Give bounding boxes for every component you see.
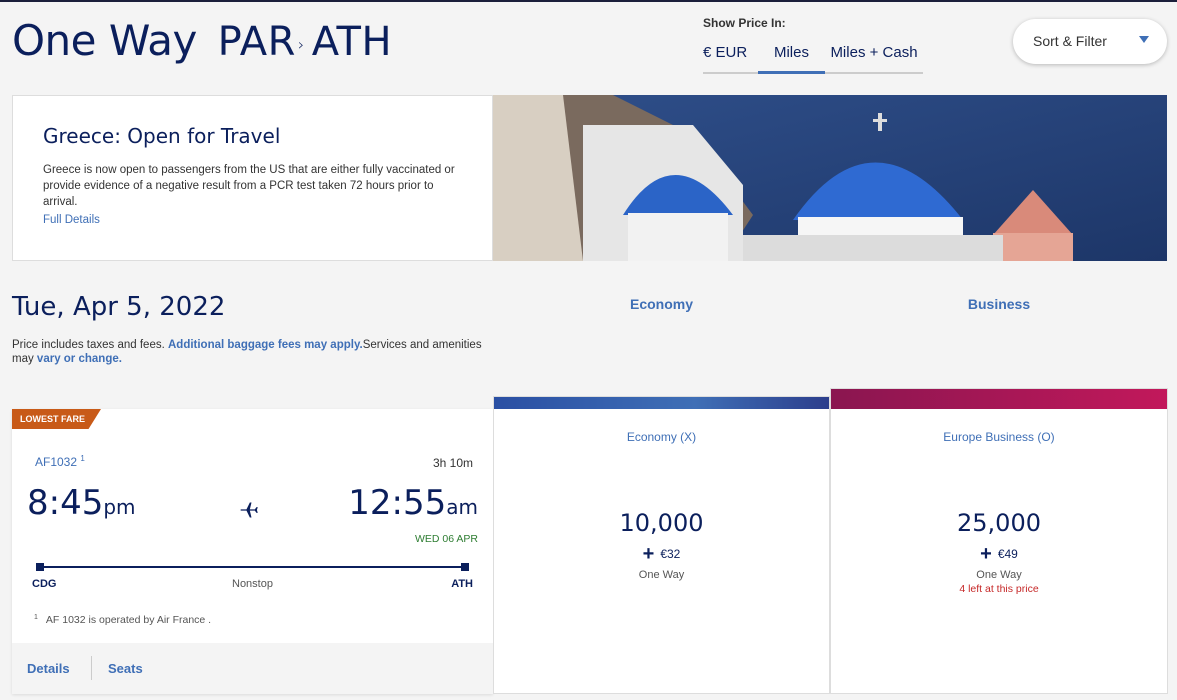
fare-miles: 10,000	[619, 509, 704, 537]
fare-card-business[interactable]: Europe Business (O) 25,000 + €49 One Way …	[830, 388, 1168, 694]
chevron-down-icon	[1139, 36, 1149, 43]
fare-cash: + €32	[494, 543, 829, 566]
stops-label: Nonstop	[232, 578, 273, 590]
price-currency-toggle: Show Price In: € EUR Miles Miles + Cash	[703, 16, 923, 74]
footer-divider	[91, 656, 92, 680]
promo-title: Greece: Open for Travel	[43, 124, 281, 148]
fare-trip-type: One Way	[976, 569, 1022, 581]
sort-filter-button[interactable]: Sort & Filter	[1013, 19, 1167, 64]
seats-left-notice: 4 left at this price	[959, 583, 1039, 595]
route-arrow-icon: ›	[297, 34, 304, 54]
details-link[interactable]: Details	[27, 661, 70, 676]
business-color-bar	[831, 389, 1167, 409]
flight-duration: 3h 10m	[432, 456, 473, 470]
santorini-image	[493, 95, 1167, 261]
airplane-icon	[240, 502, 258, 518]
price-option-miles[interactable]: Miles	[758, 38, 825, 74]
seats-link[interactable]: Seats	[108, 661, 143, 676]
origin-code: PAR	[217, 19, 296, 65]
flight-number[interactable]: AF1032 1	[35, 454, 85, 469]
route-line	[36, 563, 469, 571]
services-change-link[interactable]: vary or change.	[37, 353, 122, 365]
arrival-ampm: am	[446, 495, 478, 519]
price-disclaimer: Price includes taxes and fees. Additiona…	[12, 338, 492, 366]
column-header-business[interactable]: Business	[830, 296, 1168, 312]
plus-icon: +	[980, 543, 992, 565]
baggage-fees-link[interactable]: Additional baggage fees may apply.	[168, 339, 363, 351]
price-option-eur[interactable]: € EUR	[703, 38, 758, 72]
operator-footnote-text: AF 1032 is operated by Air France .	[45, 614, 212, 626]
price-option-miles-cash[interactable]: Miles + Cash	[825, 38, 923, 72]
promo-image	[493, 95, 1167, 261]
disclaimer-text: Price includes taxes and fees.	[12, 339, 168, 351]
fare-card-economy[interactable]: Economy (X) 10,000 + €32 One Way	[493, 396, 830, 694]
departure-time: 8:45pm	[27, 483, 136, 523]
fare-name: Economy (X)	[626, 430, 697, 444]
operator-footnote-mark: 1	[34, 614, 38, 621]
arrival-time: 12:55am	[348, 483, 478, 523]
flight-card: LOWEST FARE AF1032 1 3h 10m 8:45pm 12:55…	[12, 409, 493, 694]
operator-footnote: 1 AF 1032 is operated by Air France .	[34, 614, 211, 626]
lowest-fare-badge: LOWEST FARE	[12, 409, 101, 429]
destination-marker	[461, 563, 469, 571]
departure-time-value: 8:45	[27, 483, 104, 523]
destination-airport: ATH	[451, 578, 473, 590]
flight-card-footer: Details Seats	[12, 643, 493, 694]
promo-body: Greece is now open to passengers from th…	[43, 164, 455, 208]
origin-marker	[36, 563, 44, 571]
trip-type: One Way	[12, 16, 197, 65]
fare-cash-amount: €32	[660, 547, 681, 561]
route: PAR › ATH	[218, 19, 392, 65]
economy-color-bar	[494, 397, 829, 409]
flight-footnote-mark: 1	[80, 454, 85, 463]
page-title: One Way PAR › ATH	[12, 16, 392, 65]
price-toggle-options: € EUR Miles Miles + Cash	[703, 38, 923, 74]
departure-ampm: pm	[103, 495, 136, 519]
arrival-time-value: 12:55	[348, 483, 447, 523]
results-date: Tue, Apr 5, 2022	[12, 292, 226, 322]
price-toggle-label: Show Price In:	[703, 16, 786, 30]
fare-trip-type: One Way	[638, 569, 685, 581]
fare-name: Europe Business (O)	[943, 430, 1055, 444]
fare-cash-amount: €49	[997, 547, 1018, 561]
promo-full-details-link[interactable]: Full Details	[43, 214, 100, 226]
fare-cash: + €49	[831, 543, 1167, 566]
arrival-date: WED 06 APR	[414, 533, 478, 545]
promo-card: Greece: Open for Travel Greece is now op…	[12, 95, 493, 261]
plus-icon: +	[642, 543, 655, 565]
destination-code: ATH	[311, 19, 393, 65]
flight-number-text: AF1032	[35, 455, 78, 469]
fare-miles: 25,000	[957, 509, 1041, 537]
column-header-economy[interactable]: Economy	[493, 296, 830, 312]
sort-filter-label: Sort & Filter	[1033, 33, 1107, 49]
